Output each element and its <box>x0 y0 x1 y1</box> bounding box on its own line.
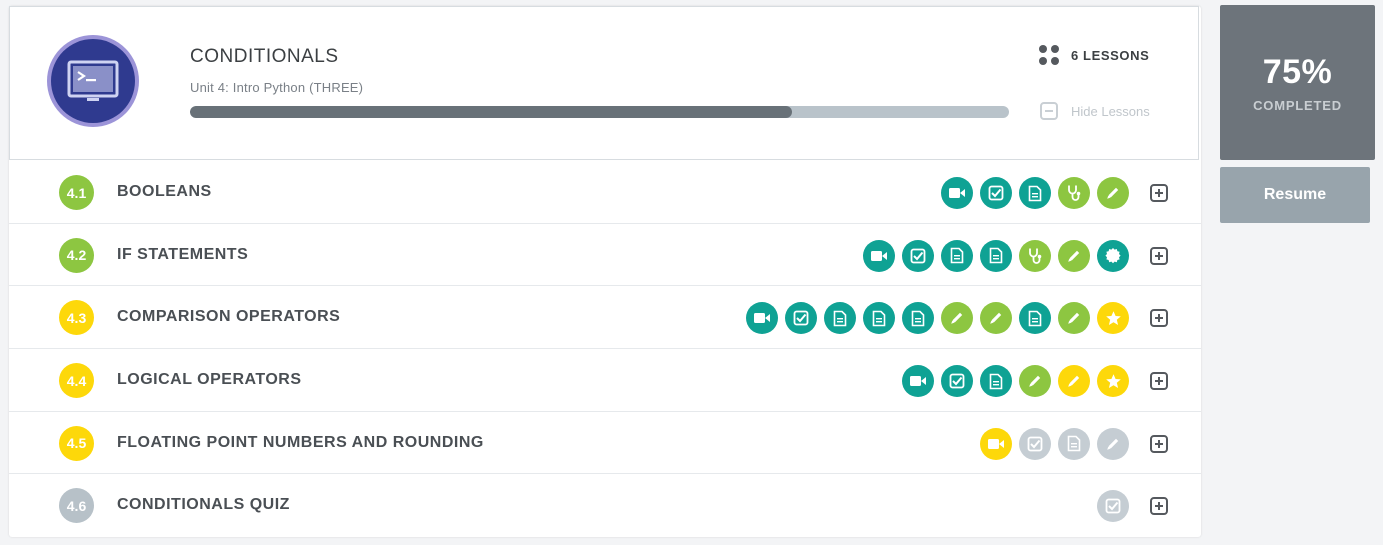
expand-icon[interactable] <box>1150 497 1168 516</box>
pencil-icon[interactable] <box>1097 177 1129 209</box>
document-icon[interactable] <box>1019 177 1051 209</box>
grid-dots-icon <box>1039 45 1059 65</box>
document-icon[interactable] <box>824 302 856 335</box>
lesson-activities <box>941 177 1168 209</box>
lesson-activities <box>902 365 1168 398</box>
lesson-row[interactable]: 4.5 FLOATING POINT NUMBERS AND ROUNDING <box>9 412 1201 475</box>
star-icon[interactable] <box>1097 302 1129 335</box>
check-icon[interactable] <box>980 177 1012 209</box>
expand-icon[interactable] <box>1150 372 1168 391</box>
document-icon[interactable] <box>980 365 1012 398</box>
collapse-icon <box>1040 102 1058 120</box>
completion-panel: 75% COMPLETED <box>1220 5 1375 160</box>
lesson-number-badge: 4.3 <box>59 300 94 336</box>
pencil-icon[interactable] <box>1019 365 1051 398</box>
badge-icon[interactable] <box>1097 239 1129 272</box>
document-icon[interactable] <box>1058 427 1090 460</box>
completion-label: COMPLETED <box>1253 98 1342 113</box>
check-icon[interactable] <box>902 239 934 272</box>
lesson-row[interactable]: 4.6 CONDITIONALS QUIZ <box>9 474 1201 537</box>
lesson-activities <box>980 427 1168 460</box>
unit-progress-bar <box>190 106 1009 118</box>
document-icon[interactable] <box>1019 302 1051 335</box>
lesson-activities <box>1097 490 1168 523</box>
unit-card: CONDITIONALS Unit 4: Intro Python (THREE… <box>9 6 1201 537</box>
video-icon[interactable] <box>902 365 934 398</box>
lesson-number-badge: 4.1 <box>59 175 94 210</box>
pencil-icon[interactable] <box>980 302 1012 335</box>
lesson-row[interactable]: 4.1 BOOLEANS <box>9 161 1201 224</box>
unit-subtitle: Unit 4: Intro Python (THREE) <box>190 80 364 95</box>
lesson-row[interactable]: 4.4 LOGICAL OPERATORS <box>9 349 1201 412</box>
stethoscope-icon[interactable] <box>1019 239 1051 272</box>
lesson-row[interactable]: 4.3 COMPARISON OPERATORS <box>9 286 1201 350</box>
lessons-count: 6 LESSONS <box>1039 45 1149 65</box>
lesson-title[interactable]: CONDITIONALS QUIZ <box>117 496 290 514</box>
lesson-activities <box>863 239 1168 272</box>
pencil-icon[interactable] <box>1058 365 1090 398</box>
star-icon[interactable] <box>1097 365 1129 398</box>
check-icon[interactable] <box>941 365 973 398</box>
expand-icon[interactable] <box>1150 246 1168 265</box>
lesson-title[interactable]: FLOATING POINT NUMBERS AND ROUNDING <box>117 434 484 452</box>
expand-icon[interactable] <box>1150 309 1168 328</box>
terminal-icon <box>47 35 139 127</box>
unit-title: CONDITIONALS <box>190 46 339 67</box>
lesson-row[interactable]: 4.2 IF STATEMENTS <box>9 224 1201 287</box>
unit-header: CONDITIONALS Unit 4: Intro Python (THREE… <box>9 6 1199 160</box>
stethoscope-icon[interactable] <box>1058 177 1090 209</box>
hide-lessons-label: Hide Lessons <box>1071 103 1150 119</box>
lesson-activities <box>746 302 1168 335</box>
check-icon[interactable] <box>1019 427 1051 460</box>
resume-button[interactable]: Resume <box>1220 167 1370 223</box>
pencil-icon[interactable] <box>941 302 973 335</box>
video-icon[interactable] <box>863 239 895 272</box>
expand-icon[interactable] <box>1150 434 1168 453</box>
document-icon[interactable] <box>941 239 973 272</box>
check-icon[interactable] <box>785 302 817 335</box>
pencil-icon[interactable] <box>1058 302 1090 335</box>
expand-icon[interactable] <box>1150 184 1168 202</box>
lessons-count-label: 6 LESSONS <box>1071 47 1150 63</box>
hide-lessons-toggle[interactable]: Hide Lessons <box>1040 102 1150 120</box>
lesson-number-badge: 4.2 <box>59 237 94 273</box>
document-icon[interactable] <box>863 302 895 335</box>
check-icon[interactable] <box>1097 490 1129 523</box>
lesson-title[interactable]: COMPARISON OPERATORS <box>117 308 340 326</box>
video-icon[interactable] <box>941 177 973 209</box>
unit-progress-fill <box>190 106 792 118</box>
pencil-icon[interactable] <box>1097 427 1129 460</box>
completion-percent: 75% <box>1262 53 1333 91</box>
lesson-title[interactable]: IF STATEMENTS <box>117 246 248 264</box>
video-icon[interactable] <box>980 427 1012 460</box>
lesson-number-badge: 4.6 <box>59 488 94 524</box>
pencil-icon[interactable] <box>1058 239 1090 272</box>
lesson-title[interactable]: BOOLEANS <box>117 183 212 201</box>
lesson-number-badge: 4.5 <box>59 425 94 461</box>
video-icon[interactable] <box>746 302 778 335</box>
lesson-title[interactable]: LOGICAL OPERATORS <box>117 371 302 389</box>
lesson-list: 4.1 BOOLEANS 4.2 IF STATEMENTS 4.3 COMPARISON… <box>9 161 1201 537</box>
lesson-number-badge: 4.4 <box>59 363 94 399</box>
document-icon[interactable] <box>980 239 1012 272</box>
document-icon[interactable] <box>902 302 934 335</box>
